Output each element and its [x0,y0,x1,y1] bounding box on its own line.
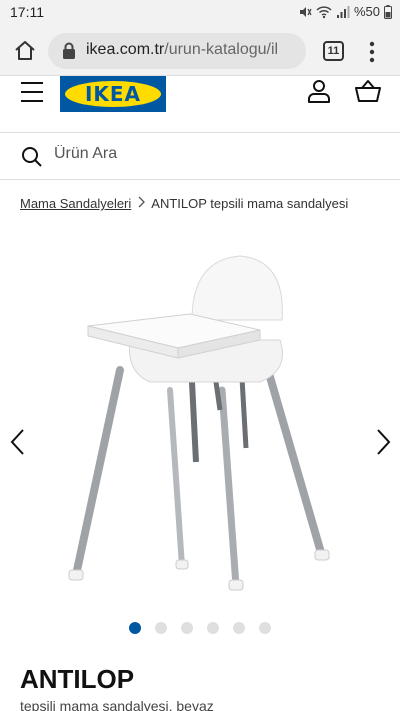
address-bar[interactable]: ikea.com.tr/urun-katalogu/il [48,33,306,69]
search-bar [0,132,400,180]
gallery-next-button[interactable] [373,428,393,456]
url-text: ikea.com.tr/urun-katalogu/il [86,41,278,59]
status-icons: %50 [298,4,392,19]
profile-button[interactable] [306,78,332,104]
wifi-icon [316,5,332,19]
product-name: ANTILOP [20,664,135,694]
lock-icon [62,42,76,65]
home-button[interactable] [12,38,38,64]
tab-switcher-button[interactable]: 11 [323,41,344,61]
pagination-dot[interactable] [155,622,167,634]
status-time: 17:11 [10,4,44,20]
pagination-dot[interactable] [181,622,193,634]
chevron-right-icon [137,196,146,211]
search-input[interactable] [54,145,374,163]
browser-toolbar: ikea.com.tr/urun-katalogu/il 11 [0,26,400,76]
pagination-dot[interactable] [207,622,219,634]
status-bar: 17:11 %50 [0,0,400,26]
breadcrumb-link-mama-sandalyeleri[interactable]: Mama Sandalyeleri [20,196,131,211]
more-vert-icon [369,41,375,63]
browser-menu-button[interactable] [365,40,379,64]
search-icon [21,146,43,173]
home-icon [15,41,35,60]
user-icon [308,80,330,103]
breadcrumb-current: ANTILOP tepsili mama sandalyesi [151,196,349,211]
breadcrumb: Mama Sandalyeleri ANTILOP tepsili mama s… [20,196,348,211]
site-header: IKEA [0,76,400,132]
product-description: tepsili mama sandalyesi, beyaz [20,698,214,711]
url-path: /urun-katalogu/il [164,41,279,58]
signal-icon [336,5,350,19]
pagination-dot[interactable] [129,622,141,634]
chevron-right-icon [377,429,391,455]
logo-text: IKEA [84,82,142,106]
menu-button[interactable] [20,80,44,104]
product-gallery[interactable] [0,230,400,610]
product-image-high-chair [68,255,330,591]
battery-icon [384,4,392,19]
ikea-logo[interactable]: IKEA [60,76,166,112]
pagination-dot[interactable] [233,622,245,634]
gallery-pagination [0,622,400,634]
hamburger-icon [21,82,43,102]
gallery-prev-button[interactable] [8,428,28,456]
mute-icon [298,5,312,19]
battery-label: %50 [353,4,380,19]
chevron-left-icon [10,429,24,455]
pagination-dot[interactable] [259,622,271,634]
url-domain: ikea.com.tr [86,41,165,58]
logo-oval: IKEA [65,81,161,107]
cart-button[interactable] [354,78,382,104]
shopping-bag-icon [355,80,381,102]
